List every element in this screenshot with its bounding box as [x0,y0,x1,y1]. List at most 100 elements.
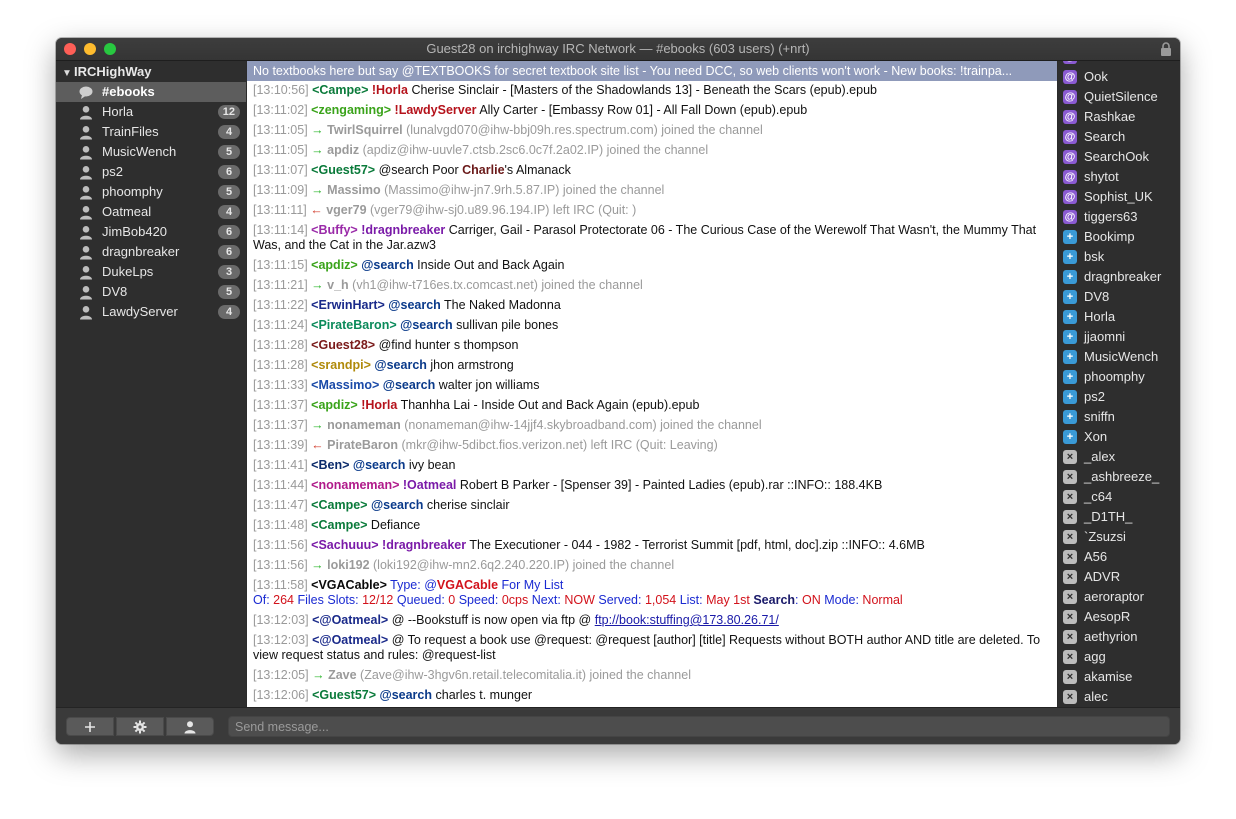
bot-ad-line: [13:11:58] <VGACable> Type: @VGACable Fo… [253,578,903,607]
user-list-item[interactable]: × aethyrion [1058,627,1180,647]
user-name: Search [1084,129,1126,144]
user-list-item[interactable]: + Xon [1058,427,1180,447]
part-line: [13:11:39] ← PirateBaron (mkr@ihw-5dibct… [253,438,718,452]
query-item[interactable]: dragnbreaker 6 [56,242,246,262]
query-item[interactable]: DukeLps 3 [56,262,246,282]
query-item[interactable]: phoomphy 5 [56,182,246,202]
chat-bubbles-icon [79,86,93,99]
user-list-item[interactable]: × akamise [1058,667,1180,687]
user-list-item[interactable]: × alec [1058,687,1180,707]
user-list-item[interactable]: + DV8 [1058,287,1180,307]
voice-badge: + [1063,390,1077,404]
user-list-item[interactable]: @ SearchOok [1058,147,1180,167]
user-list-item[interactable]: + phoomphy [1058,367,1180,387]
user-list-item[interactable]: + MusicWench [1058,347,1180,367]
user-name: `Zsuzsi [1084,529,1126,544]
join-line: [13:11:21] → v_h (vh1@ihw-t716es.tx.comc… [253,278,643,292]
query-item[interactable]: Oatmeal 4 [56,202,246,222]
message-line: [13:11:47] <Campe> @search cherise sincl… [253,498,510,512]
user-list-item[interactable]: + sniffn [1058,407,1180,427]
user-list-item[interactable]: + Horla [1058,307,1180,327]
unread-count-badge: 5 [218,145,240,159]
channel-item[interactable]: #ebooks [56,82,246,102]
user-name: Sophist_UK [1084,189,1153,204]
channel-topic[interactable]: No textbooks here but say @TEXTBOOKS for… [247,61,1057,81]
operator-badge: @ [1063,190,1077,204]
query-item[interactable]: Horla 12 [56,102,246,122]
user-name: tiggers63 [1084,209,1138,224]
user-list-item[interactable]: × aeroraptor [1058,587,1180,607]
join-line: [13:12:05] → Zave (Zave@ihw-3hgv6n.retai… [253,668,691,682]
query-item[interactable]: JimBob420 6 [56,222,246,242]
message-line: [13:11:15] <apdiz> @search Inside Out an… [253,258,565,272]
add-button[interactable] [66,717,114,736]
user-list-item[interactable]: × agg [1058,647,1180,667]
user-list-item[interactable]: + dragnbreaker [1058,267,1180,287]
user-name: _c64 [1084,489,1113,504]
send-message-input[interactable]: Send message... [228,716,1170,737]
user-list-item[interactable]: @ Search [1058,127,1180,147]
query-item[interactable]: LawdyServer 4 [56,302,246,322]
channel-label: #ebooks [102,84,155,99]
user-list-item[interactable]: × AesopR [1058,607,1180,627]
user-list-item[interactable]: × _alex [1058,447,1180,467]
user-list-item[interactable]: × _c64 [1058,487,1180,507]
unread-count-badge: 4 [218,205,240,219]
person-icon [80,166,92,180]
plus-icon [85,722,95,732]
user-list-item[interactable]: × `Zsuzsi [1058,527,1180,547]
title-bar: Guest28 on irchighway IRC Network — #ebo… [56,38,1180,61]
network-header[interactable]: ▼ IRCHighWay [62,64,152,79]
regular-user-badge: × [1063,550,1077,564]
person-icon [80,206,92,220]
user-list-item[interactable]: × _ashbreeze_ [1058,467,1180,487]
unread-count-badge: 5 [218,285,240,299]
voice-badge: + [1063,330,1077,344]
unread-count-badge: 5 [218,185,240,199]
operator-badge: @ [1063,110,1077,124]
query-item[interactable]: ps2 6 [56,162,246,182]
operator-badge: @ [1063,150,1077,164]
message-line: [13:11:28] <srandpi> @search jhon armstr… [253,358,514,372]
channel-label: Oatmeal [102,204,152,219]
query-item[interactable]: MusicWench 5 [56,142,246,162]
message-line: [13:11:02] <zengaming> !LawdyServer Ally… [253,103,808,117]
query-item[interactable]: TrainFiles 4 [56,122,246,142]
user-list-item[interactable]: × _D1TH_ [1058,507,1180,527]
part-line: [13:11:11] ← vger79 (vger79@ihw-sj0.u89.… [253,203,637,217]
input-bar: Send message... [56,707,1180,744]
ftp-link[interactable]: ftp://book:stuffing@173.80.26.71/ [595,613,779,627]
user-name: ps2 [1084,389,1105,404]
lock-icon[interactable] [1160,42,1172,56]
person-icon [80,126,92,140]
user-name: jjaomni [1084,329,1126,344]
join-line: [13:11:37] → nonameman (nonameman@ihw-14… [253,418,762,432]
voice-badge: + [1063,370,1077,384]
user-list-item[interactable]: + bsk [1058,247,1180,267]
user-list-item[interactable]: @ Rashkae [1058,107,1180,127]
disclosure-triangle-icon[interactable]: ▼ [62,68,74,79]
user-name: _alex [1084,449,1116,464]
user-list-item[interactable]: @ QuietSilence [1058,87,1180,107]
user-name: _D1TH_ [1084,509,1133,524]
user-list-item[interactable]: × ADVR [1058,567,1180,587]
user-list-item[interactable]: + ps2 [1058,387,1180,407]
message-log[interactable]: [13:10:56] <Campe> !Horla Cherise Sincla… [247,81,1057,707]
settings-button[interactable] [116,717,164,736]
user-list-item[interactable]: @ tiggers63 [1058,207,1180,227]
user-name: Bookimp [1084,229,1135,244]
user-list-item[interactable]: + jjaomni [1058,327,1180,347]
user-info-button[interactable] [166,717,214,736]
channel-label: JimBob420 [102,224,168,239]
user-list-item[interactable]: + Bookimp [1058,227,1180,247]
query-item[interactable]: DV8 5 [56,282,246,302]
person-icon [80,266,92,280]
user-name: dragnbreaker [1084,269,1162,284]
user-list-item[interactable]: @ Ook [1058,67,1180,87]
voice-badge: + [1063,310,1077,324]
user-list-item[interactable]: @ shytot [1058,167,1180,187]
user-list[interactable]: @ Catmeal @ Ook @ QuietSilence @ Rashkae @ Search… [1058,61,1180,707]
user-list-item[interactable]: × A56 [1058,547,1180,567]
user-list-item[interactable]: @ Sophist_UK [1058,187,1180,207]
message-line: [13:11:07] <Guest57> @search Poor Charli… [253,163,571,177]
